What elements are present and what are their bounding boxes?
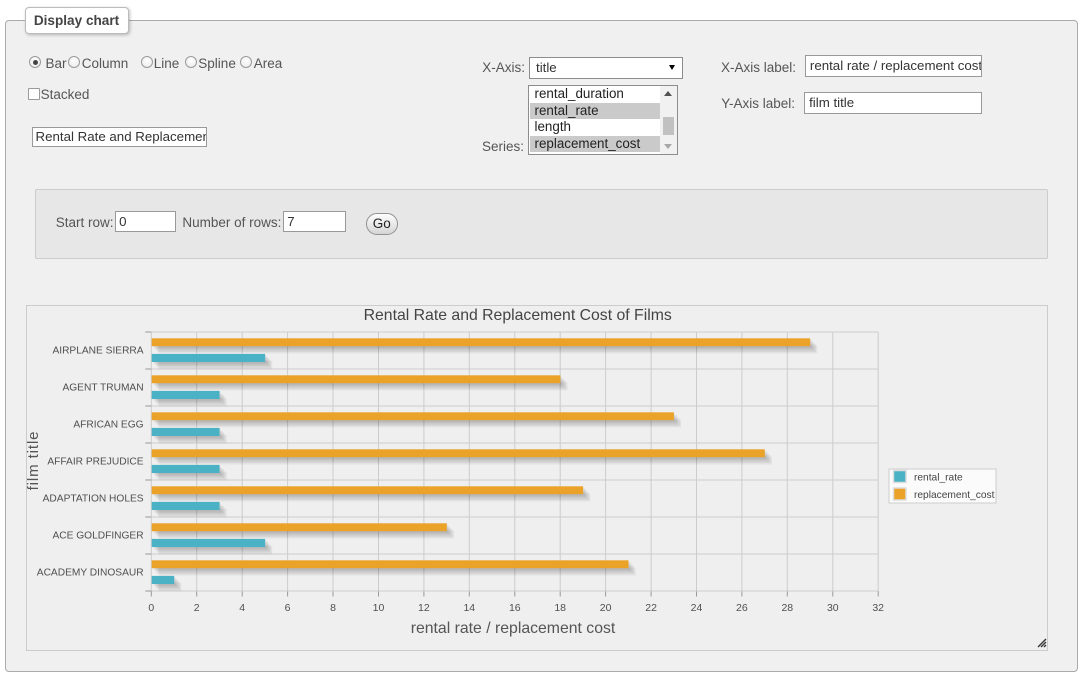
svg-text:24: 24 — [691, 602, 703, 614]
svg-text:2: 2 — [194, 602, 200, 614]
svg-text:14: 14 — [463, 602, 475, 614]
svg-text:rental rate / replacement cost: rental rate / replacement cost — [411, 620, 616, 637]
svg-text:26: 26 — [736, 602, 748, 614]
svg-text:18: 18 — [554, 602, 566, 614]
svg-text:replacement_cost: replacement_cost — [914, 490, 995, 501]
svg-text:22: 22 — [645, 602, 657, 614]
svg-text:6: 6 — [285, 602, 291, 614]
svg-text:AFRICAN EGG: AFRICAN EGG — [73, 420, 143, 431]
svg-text:32: 32 — [872, 602, 884, 614]
svg-text:12: 12 — [418, 602, 430, 614]
svg-text:ADAPTATION HOLES: ADAPTATION HOLES — [43, 494, 144, 505]
svg-text:ACE GOLDFINGER: ACE GOLDFINGER — [52, 531, 143, 542]
svg-text:16: 16 — [509, 602, 521, 614]
svg-text:rental_rate: rental_rate — [914, 473, 963, 484]
svg-text:8: 8 — [330, 602, 336, 614]
svg-text:0: 0 — [148, 602, 154, 614]
svg-text:4: 4 — [239, 602, 245, 614]
svg-text:AFFAIR PREJUDICE: AFFAIR PREJUDICE — [47, 457, 143, 468]
svg-text:20: 20 — [600, 602, 612, 614]
svg-text:AIRPLANE SIERRA: AIRPLANE SIERRA — [52, 346, 143, 357]
svg-text:ACADEMY DINOSAUR: ACADEMY DINOSAUR — [37, 568, 144, 579]
svg-text:10: 10 — [373, 602, 385, 614]
svg-text:AGENT TRUMAN: AGENT TRUMAN — [62, 383, 143, 394]
svg-text:Rental Rate and Replacement Co: Rental Rate and Replacement Cost of Film… — [364, 307, 672, 324]
svg-text:30: 30 — [827, 602, 839, 614]
svg-text:film title: film title — [27, 431, 42, 491]
svg-text:28: 28 — [781, 602, 793, 614]
